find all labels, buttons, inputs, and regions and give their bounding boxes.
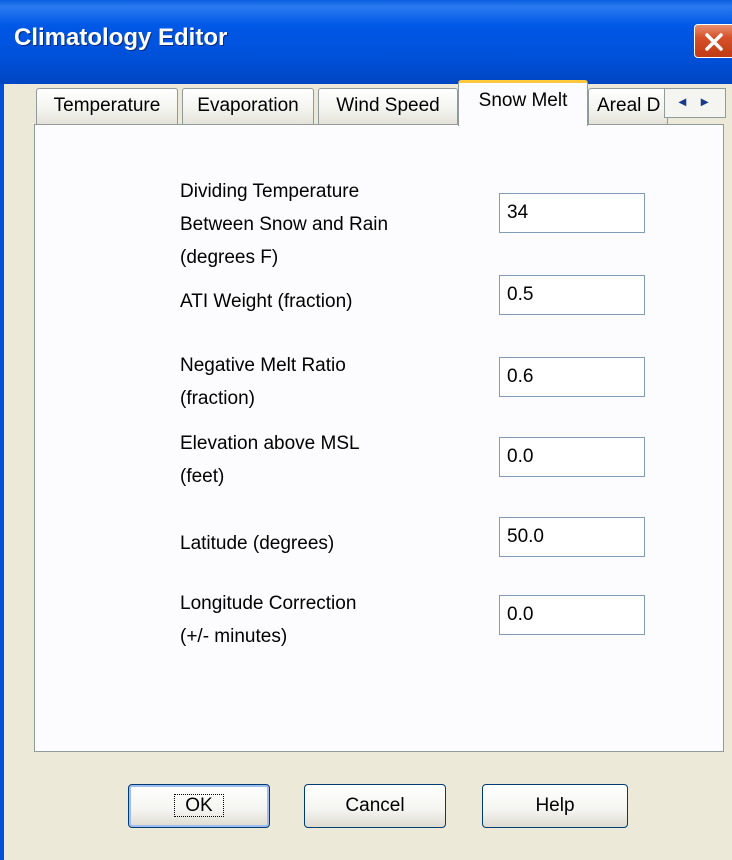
close-icon xyxy=(705,33,723,51)
window-title: Climatology Editor xyxy=(14,24,228,51)
chevron-left-icon[interactable]: ◂ xyxy=(679,93,686,110)
tab-evaporation[interactable]: Evaporation xyxy=(182,88,314,124)
dialog-window: Climatology Editor Temperature Evaporati… xyxy=(0,0,732,860)
longitude-correction-field[interactable]: 0.0 xyxy=(499,595,645,635)
chevron-right-icon[interactable]: ▸ xyxy=(701,93,708,110)
longitude-correction-label: Longitude Correction (+/- minutes) xyxy=(180,593,357,647)
latitude-label: Latitude (degrees) xyxy=(180,533,335,554)
ati-weight-label: ATI Weight (fraction) xyxy=(180,291,353,312)
tab-snow-melt[interactable]: Snow Melt xyxy=(458,80,588,126)
title-bar[interactable]: Climatology Editor xyxy=(0,0,732,84)
ati-weight-field[interactable]: 0.5 xyxy=(499,275,645,315)
window-border xyxy=(0,84,4,860)
ok-label: OK xyxy=(174,794,224,817)
tab-wind-speed[interactable]: Wind Speed xyxy=(318,88,458,124)
latitude-field[interactable]: 50.0 xyxy=(499,517,645,557)
snow-melt-panel: Dividing Temperature Between Snow and Ra… xyxy=(34,124,724,752)
cancel-button[interactable]: Cancel xyxy=(304,784,446,828)
negative-melt-ratio-label: Negative Melt Ratio (fraction) xyxy=(180,355,346,409)
close-button[interactable] xyxy=(694,24,732,58)
elevation-label: Elevation above MSL (feet) xyxy=(180,433,360,487)
help-button[interactable]: Help xyxy=(482,784,628,828)
tab-temperature[interactable]: Temperature xyxy=(36,88,178,124)
dividing-temperature-label: Dividing Temperature Between Snow and Ra… xyxy=(180,181,389,268)
tab-areal[interactable]: Areal D xyxy=(588,88,668,124)
tab-scroll-control[interactable]: ◂ ▸ xyxy=(664,88,726,118)
ok-button[interactable]: OK xyxy=(128,784,270,828)
negative-melt-ratio-field[interactable]: 0.6 xyxy=(499,357,645,397)
dividing-temperature-field[interactable]: 34 xyxy=(499,193,645,233)
elevation-field[interactable]: 0.0 xyxy=(499,437,645,477)
